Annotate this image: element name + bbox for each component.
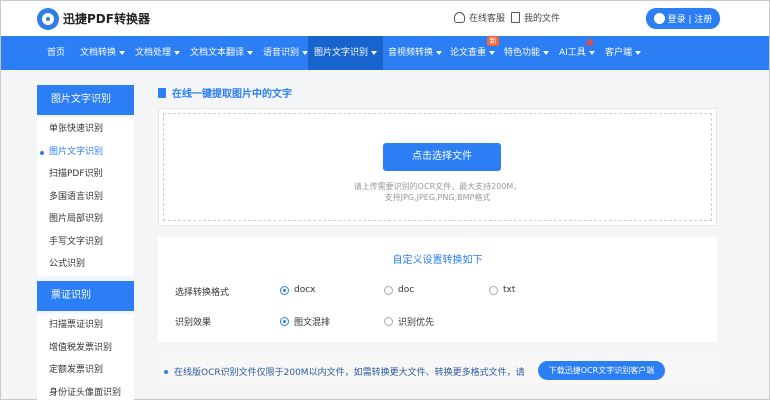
caret-down-icon: [588, 50, 595, 55]
nav-image-ocr[interactable]: 图片文字识别: [308, 36, 384, 70]
headset-icon: [454, 12, 465, 23]
document-icon: [511, 12, 520, 23]
brand-name[interactable]: 迅捷PDF转换器: [63, 10, 150, 27]
sidebar-item-scan-ticket[interactable]: 扫描票证识别: [37, 314, 134, 337]
radio-icon: [489, 285, 498, 295]
settings-panel: 自定义设置转换如下 选择转换格式 docx doc txt 识别效果 图文混排 …: [158, 237, 717, 342]
sidebar-item-quota-invoice[interactable]: 定额发票识别: [37, 359, 134, 382]
format-docx-radio[interactable]: docx: [280, 285, 316, 295]
nav-doc-process[interactable]: 文档处理: [135, 36, 181, 70]
notice-bar: 在线版OCR识别文件仅限于200M以内文件，如需转换更大文件、转换更多格式文件，…: [158, 355, 717, 386]
sidebar-item-formula[interactable]: 公式识别: [37, 253, 134, 276]
caret-down-icon: [489, 50, 496, 55]
my-files-link[interactable]: 我的文件: [511, 11, 560, 24]
format-txt-radio[interactable]: txt: [489, 285, 515, 295]
caret-down-icon: [436, 50, 443, 55]
radio-checked-icon: [280, 317, 289, 326]
my-files-label: 我的文件: [524, 14, 561, 24]
download-client-button[interactable]: 下载迅捷OCR文字识别客户端: [538, 361, 665, 380]
upload-hint-line2: 支持JPG,JPEG,PNG,BMP格式: [384, 193, 491, 202]
sidebar-section-ocr-title: 图片文字识别: [37, 85, 134, 115]
caret-down-icon: [247, 50, 254, 55]
caret-down-icon: [174, 50, 181, 55]
user-icon: [653, 13, 665, 24]
format-label: 选择转换格式: [175, 288, 230, 298]
upload-dropzone[interactable]: 点击选择文件 请上传需要识别的OCR文件，最大支持200M， 支持JPG,JPE…: [163, 113, 712, 221]
main-nav: 首页 文档转换 文档处理 文档文本翻译 语音识别 图片文字识别 音视频转换 论文…: [1, 36, 769, 70]
nav-features[interactable]: 特色功能: [504, 36, 550, 70]
effect-priority-label: 识别优先: [398, 318, 435, 328]
settings-title: 自定义设置转换如下: [392, 255, 483, 266]
effect-mixed-label: 图文混排: [294, 318, 331, 328]
sidebar-item-scan-pdf[interactable]: 扫描PDF识别: [37, 163, 134, 186]
sidebar-item-image-ocr[interactable]: 图片文字识别: [37, 141, 134, 164]
caret-down-icon: [543, 50, 550, 55]
nav-home[interactable]: 首页: [47, 36, 65, 70]
format-doc-label: doc: [398, 285, 415, 295]
top-header: 迅捷PDF转换器 在线客服 我的文件 登录 | 注册: [1, 1, 769, 36]
sidebar-item-single-quick[interactable]: 单张快速识别: [37, 118, 134, 141]
sidebar-ocr-list: 单张快速识别 图片文字识别 扫描PDF识别 多国语言识别 图片局部识别 手写文字…: [37, 118, 134, 276]
format-doc-radio[interactable]: doc: [384, 285, 414, 295]
customer-service-link[interactable]: 在线客服: [454, 11, 505, 24]
radio-icon: [384, 285, 393, 295]
nav-client[interactable]: 客户端: [605, 36, 642, 70]
upload-area[interactable]: 点击选择文件 请上传需要识别的OCR文件，最大支持200M， 支持JPG,JPE…: [158, 108, 717, 226]
caret-down-icon: [635, 50, 642, 55]
sidebar-item-vat-invoice[interactable]: 增值税发票识别: [37, 337, 134, 360]
customer-service-label: 在线客服: [469, 14, 506, 24]
login-label: 登录 | 注册: [667, 15, 713, 25]
effect-mixed-radio[interactable]: 图文混排: [280, 315, 330, 328]
sidebar-item-handwriting[interactable]: 手写文字识别: [37, 231, 134, 254]
caret-down-icon: [371, 50, 378, 55]
notice-text: 在线版OCR识别文件仅限于200M以内文件，如需转换更大文件、转换更多格式文件，…: [174, 368, 525, 378]
effect-priority-radio[interactable]: 识别优先: [384, 315, 434, 328]
nav-doc-translate[interactable]: 文档文本翻译: [190, 36, 254, 70]
effect-label: 识别效果: [175, 318, 212, 328]
sidebar-ticket-list: 扫描票证识别 增值税发票识别 定额发票识别 身份证头像面识别: [37, 314, 134, 400]
caret-down-icon: [119, 50, 126, 55]
ai-hot-icon: [586, 38, 594, 45]
nav-doc-convert[interactable]: 文档转换: [80, 36, 126, 70]
select-file-button[interactable]: 点击选择文件: [383, 143, 501, 171]
format-txt-label: txt: [503, 285, 516, 295]
sidebar-item-id-card[interactable]: 身份证头像面识别: [37, 382, 134, 400]
sidebar-section-ticket-title: 票证识别: [37, 281, 134, 311]
nav-voice-recognition[interactable]: 语音识别: [263, 36, 309, 70]
radio-checked-icon: [280, 285, 289, 295]
upload-hint-line1: 请上传需要识别的OCR文件，最大支持200M，: [353, 182, 522, 191]
new-badge: 新: [487, 36, 499, 46]
page-title: 在线一键提取图片中的文字: [158, 85, 292, 100]
radio-icon: [384, 317, 393, 326]
bullet-icon: [164, 369, 168, 374]
notice: 在线版OCR识别文件仅限于200M以内文件，如需转换更大文件、转换更多格式文件，…: [164, 365, 525, 378]
file-icon: [158, 87, 166, 98]
login-register-button[interactable]: 登录 | 注册: [646, 8, 720, 29]
nav-av-convert[interactable]: 音视频转换: [388, 36, 443, 70]
brand-logo-icon[interactable]: [37, 8, 59, 30]
sidebar-item-multilang[interactable]: 多国语言识别: [37, 186, 134, 209]
format-docx-label: docx: [294, 285, 316, 295]
page-title-text: 在线一键提取图片中的文字: [172, 89, 292, 100]
sidebar-item-partial[interactable]: 图片局部识别: [37, 208, 134, 231]
